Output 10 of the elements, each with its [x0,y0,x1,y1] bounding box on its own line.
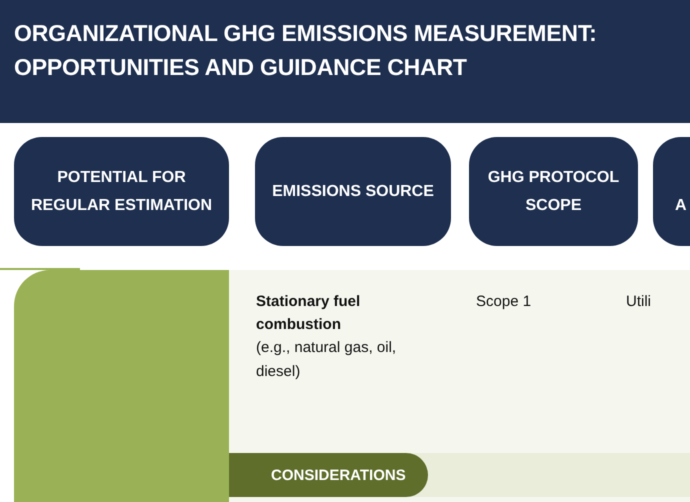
considerations-label: CONSIDERATIONS [229,453,428,497]
source-title: Stationary fuel combustion [256,292,362,335]
scope-cell-text: Scope 1 [476,292,532,312]
column-header: POTENTIAL FOR REGULAR ESTIMATION [14,137,229,246]
table-cell-text: Utili [626,292,651,312]
source-detail: (e.g., natural gas, oil, diesel) [256,338,398,382]
column-header: GHG PROTOCOL SCOPE [469,137,638,246]
chart-title: ORGANIZATIONAL GHG EMISSIONS MEASUREMENT: OPPORTUNITIES AND GUIDANCE CHART [14,19,598,82]
column-header: A [653,137,690,246]
column-header: EMISSIONS SOURCE [255,137,451,246]
